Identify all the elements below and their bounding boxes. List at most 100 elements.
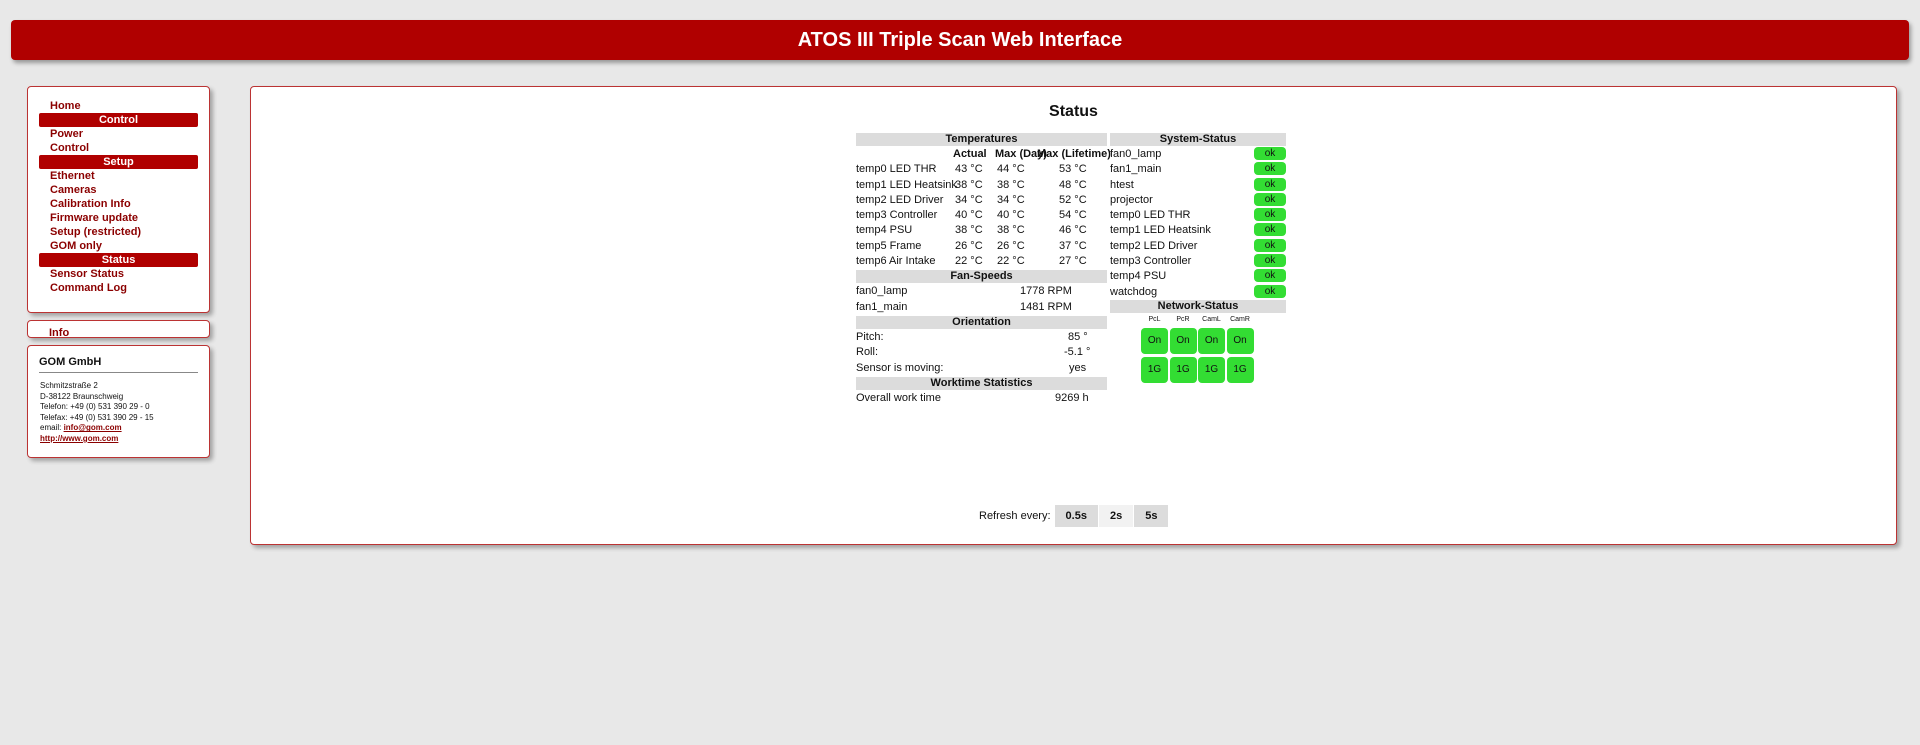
temp-actual: 26 °C	[955, 239, 983, 252]
fan-speeds-heading: Fan-Speeds	[856, 270, 1107, 284]
roll-row: Roll: -5.1 °	[856, 345, 1107, 360]
status-ok-badge: ok	[1254, 162, 1286, 176]
temp-sensor-name: temp1 LED Heatsink	[856, 178, 957, 191]
company-email-link[interactable]: info@gom.com	[64, 423, 122, 432]
network-link-indicator: On	[1226, 327, 1254, 354]
temp-actual: 38 °C	[955, 224, 983, 237]
network-speed-indicator: 1G	[1226, 356, 1254, 383]
temperature-row: temp1 LED Heatsink 38 °C 38 °C 48 °C	[856, 178, 1107, 193]
moving-value: yes	[1069, 361, 1087, 374]
network-link-indicator: On	[1198, 327, 1225, 354]
main-panel: Status Temperatures Actual Max (Day) Max…	[250, 86, 1897, 545]
status-ok-badge: ok	[1254, 147, 1286, 160]
refresh-0-5s-button[interactable]: 0.5s	[1054, 505, 1098, 527]
nav-calibration-info[interactable]: Calibration Info	[39, 197, 198, 211]
fan-row: fan0_lamp 1778 RPM	[856, 284, 1107, 299]
nav-setup-restricted[interactable]: Setup (restricted)	[39, 225, 198, 239]
system-item-name: projector	[1110, 193, 1153, 206]
network-link-indicator: On	[1169, 327, 1197, 354]
page-title: ATOS III Triple Scan Web Interface	[797, 28, 1123, 51]
temp-actual: 34 °C	[955, 193, 983, 206]
company-street: Schmitzstraße 2	[40, 381, 98, 390]
status-ok-badge: ok	[1254, 269, 1286, 283]
status-ok-badge: ok	[1254, 208, 1286, 222]
system-status-row: fan1_main ok	[1110, 162, 1286, 177]
email-label: email:	[40, 423, 64, 433]
network-port-label: PcR	[1176, 315, 1190, 323]
nav-power[interactable]: Power	[39, 127, 198, 141]
temp-actual: 38 °C	[955, 178, 983, 191]
company-fax: Telefax: +49 (0) 531 390 29 - 15	[40, 412, 154, 422]
refresh-options: 0.5s 2s 5s	[1054, 505, 1169, 527]
temp-sensor-name: temp3 Controller	[856, 209, 938, 222]
network-speed-indicator: 1G	[1198, 356, 1225, 383]
left-status-column: Temperatures Actual Max (Day) Max (Lifet…	[856, 133, 1111, 406]
status-ok-badge: ok	[1254, 284, 1286, 298]
network-port-label: CamL	[1202, 315, 1221, 323]
orientation-heading: Orientation	[856, 315, 1107, 329]
nav-gom-only[interactable]: GOM only	[39, 239, 198, 253]
temp-max-day: 22 °C	[997, 255, 1025, 268]
system-status-row: temp1 LED Heatsink ok	[1110, 223, 1286, 238]
nav-command-log[interactable]: Command Log	[39, 281, 198, 295]
network-port-label: CamR	[1230, 315, 1250, 323]
temp-max-lifetime: 54 °C	[1059, 209, 1087, 222]
network-port-label: PcL	[1148, 315, 1161, 323]
temperature-row: temp0 LED THR 43 °C 44 °C 53 °C	[856, 162, 1107, 177]
nav-ethernet[interactable]: Ethernet	[39, 169, 198, 183]
temperature-row: temp4 PSU 38 °C 38 °C 46 °C	[856, 223, 1107, 238]
fan-row: fan1_main 1481 RPM	[856, 300, 1107, 315]
refresh-2s-button[interactable]: 2s	[1098, 505, 1134, 527]
temperature-row: temp6 Air Intake 22 °C 22 °C 27 °C	[856, 254, 1107, 269]
network-speed-indicator: 1G	[1141, 356, 1168, 383]
nav-info[interactable]: Info	[49, 327, 69, 339]
system-status-row: temp0 LED THR ok	[1110, 208, 1286, 223]
temp-actual: 40 °C	[955, 209, 983, 222]
status-ok-badge: ok	[1254, 254, 1286, 268]
temperature-rows: temp0 LED THR 43 °C 44 °C 53 °C temp1 LED He…	[856, 162, 1107, 269]
system-status-row: fan0_lamp ok	[1110, 147, 1286, 162]
col-actual: Actual	[953, 148, 987, 160]
temp-max-day: 34 °C	[997, 193, 1025, 206]
status-ok-badge: ok	[1254, 192, 1286, 206]
status-ok-badge: ok	[1254, 238, 1286, 252]
nav-firmware-update[interactable]: Firmware update	[39, 211, 198, 225]
company-web-link[interactable]: http://www.gom.com	[40, 434, 118, 443]
temp-max-lifetime: 27 °C	[1059, 255, 1087, 268]
nav-section-setup: Setup	[39, 155, 198, 169]
system-item-name: temp1 LED Heatsink	[1110, 224, 1211, 237]
system-status-row: watchdog ok	[1110, 284, 1286, 300]
system-item-name: watchdog	[1110, 285, 1158, 298]
nav-cameras[interactable]: Cameras	[39, 183, 198, 197]
system-item-name: fan0_lamp	[1110, 148, 1162, 160]
roll-label: Roll:	[856, 346, 879, 359]
page-header: ATOS III Triple Scan Web Interface	[11, 20, 1909, 60]
temp-actual: 43 °C	[955, 163, 983, 176]
nav-sensor-status[interactable]: Sensor Status	[39, 267, 198, 281]
moving-row: Sensor is moving: yes	[856, 361, 1107, 376]
temp-max-lifetime: 53 °C	[1059, 163, 1087, 176]
pitch-value: 85 °	[1068, 330, 1088, 343]
worktime-value: 9269 h	[1055, 391, 1089, 404]
refresh-5s-button[interactable]: 5s	[1134, 505, 1169, 527]
nav-home[interactable]: Home	[39, 99, 198, 113]
status-ok-badge: ok	[1254, 223, 1286, 237]
worktime-label: Overall work time	[856, 391, 941, 404]
sidebar-nav: Home Control Power Control Setup Etherne…	[27, 86, 210, 313]
company-city: D-38122 Braunschweig	[40, 391, 124, 401]
temp-max-lifetime: 37 °C	[1059, 239, 1087, 252]
nav-control[interactable]: Control	[39, 141, 198, 155]
system-status-row: temp2 LED Driver ok	[1110, 238, 1286, 254]
moving-label: Sensor is moving:	[856, 361, 944, 374]
temperatures-column-headers: Actual Max (Day) Max (Lifetime)	[856, 147, 1111, 162]
temp-max-day: 40 °C	[997, 209, 1025, 222]
company-email-line: email: info@gom.com	[39, 423, 198, 434]
temperature-row: temp2 LED Driver 34 °C 34 °C 52 °C	[856, 193, 1107, 208]
right-status-column: System-Status fan0_lamp ok fan1_main ok htes…	[1110, 133, 1286, 386]
temperature-row: temp3 Controller 40 °C 40 °C 54 °C	[856, 208, 1107, 223]
system-status-heading: System-Status	[1110, 133, 1286, 146]
worktime-row: Overall work time 9269 h	[856, 391, 1107, 406]
temp-max-day: 44 °C	[997, 163, 1025, 176]
system-item-name: temp4 PSU	[1110, 270, 1167, 283]
fan-speed: 1481 RPM	[1020, 300, 1072, 313]
